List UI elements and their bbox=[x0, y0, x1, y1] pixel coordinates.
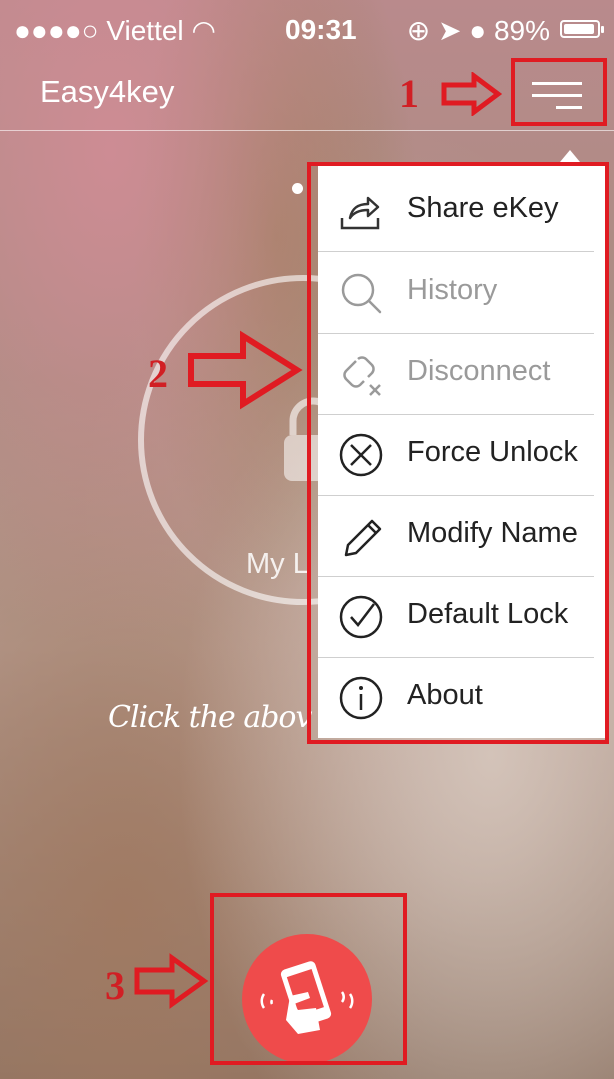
page-dot bbox=[292, 183, 303, 194]
wifi-icon: ◠ bbox=[191, 15, 216, 46]
annotation-number-1: 1 bbox=[399, 71, 419, 116]
menu-caret bbox=[560, 150, 580, 162]
carrier-label: ●●●●○ Viettel ◠ bbox=[14, 15, 216, 46]
status-icons: ⊕ ➤ ● 89% bbox=[407, 14, 550, 47]
annotation-arrow-2 bbox=[188, 330, 303, 410]
location-icon: ➤ bbox=[438, 15, 462, 46]
annotation-box-1 bbox=[511, 58, 607, 126]
status-bar: ●●●●○ Viettel ◠ 09:31 ⊕ ➤ ● 89% bbox=[0, 0, 614, 56]
lock-name: My L bbox=[246, 548, 309, 580]
annotation-arrow-3 bbox=[134, 953, 209, 1009]
hint-text: Click the abov bbox=[108, 700, 312, 735]
annotation-number-3: 3 bbox=[105, 963, 125, 1008]
app-title: Easy4key bbox=[40, 74, 175, 109]
battery-percent: 89% bbox=[493, 15, 550, 46]
app-screen: ●●●●○ Viettel ◠ 09:31 ⊕ ➤ ● 89% Easy4key… bbox=[0, 0, 614, 1079]
annotation-arrow-1 bbox=[441, 72, 502, 116]
clock: 09:31 bbox=[285, 14, 357, 45]
annotation-box-2 bbox=[307, 162, 609, 744]
battery-icon bbox=[560, 20, 604, 38]
rotation-lock-icon: ⊕ bbox=[406, 15, 431, 46]
alarm-icon: ● bbox=[469, 15, 487, 46]
annotation-box-3 bbox=[210, 893, 407, 1065]
annotation-number-2: 2 bbox=[148, 351, 168, 396]
